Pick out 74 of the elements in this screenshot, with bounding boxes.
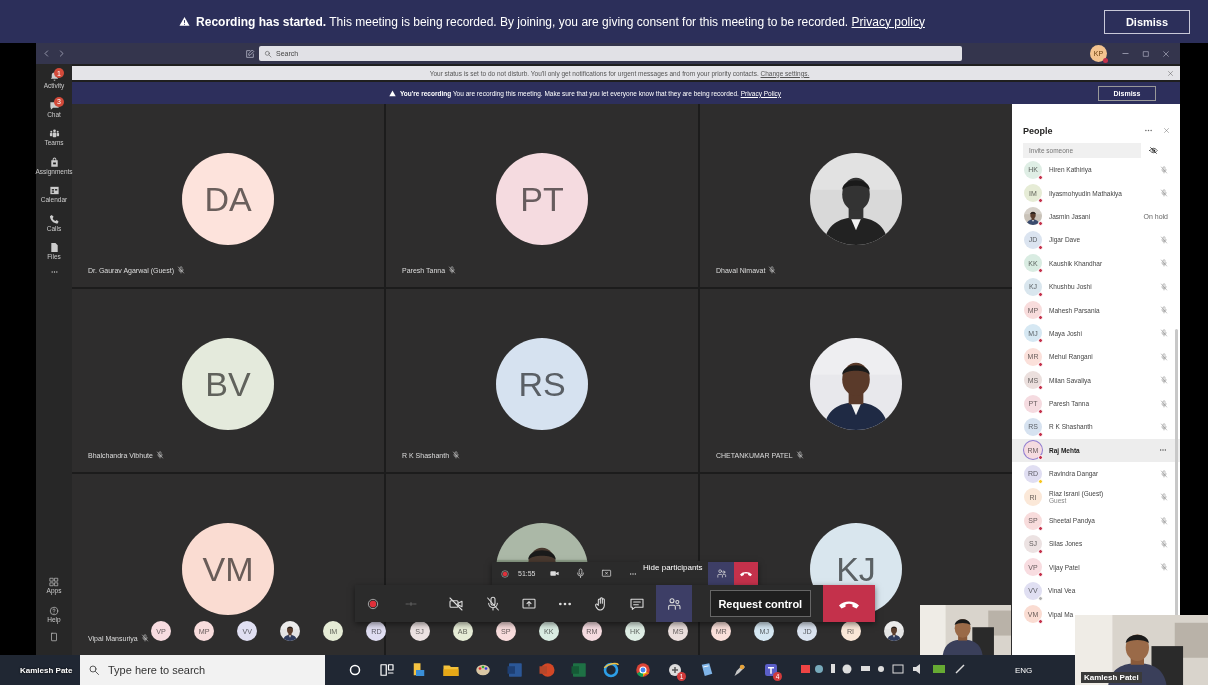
people-icon[interactable]	[715, 568, 727, 579]
device-icon[interactable]	[49, 631, 59, 643]
search-icon	[88, 664, 100, 676]
video-name-label: Kamlesh Patel	[1081, 672, 1142, 683]
app-icon	[666, 661, 684, 679]
mic-off-icon	[1160, 306, 1168, 315]
mic-off-icon	[795, 451, 804, 459]
mic-off-icon	[1160, 469, 1168, 478]
bag-icon	[48, 156, 60, 168]
maximize-icon[interactable]	[1142, 49, 1150, 58]
phone-icon	[838, 598, 859, 609]
mic-icon[interactable]	[575, 568, 587, 579]
mic-off-icon	[1160, 352, 1168, 361]
apps-icon	[49, 577, 59, 587]
mic-off-icon[interactable]	[484, 595, 501, 612]
mic-off-icon	[1160, 235, 1168, 244]
file-icon	[48, 242, 60, 253]
hang-up-icon[interactable]	[740, 570, 752, 577]
camera-icon[interactable]	[549, 568, 561, 579]
mic-off-icon	[1160, 189, 1168, 198]
mic-off-icon	[1160, 493, 1168, 502]
avatar: PT	[496, 153, 588, 245]
hang-up-button[interactable]	[822, 585, 875, 622]
tooltip: Hide participants	[639, 561, 707, 574]
spreadsheet-icon	[570, 661, 588, 679]
mic-off-icon	[1160, 376, 1168, 385]
mic-off-icon	[1160, 329, 1168, 338]
calendar-icon	[48, 185, 60, 196]
mic-off-icon	[140, 634, 149, 642]
people-icon	[665, 595, 682, 612]
avatar: BV	[182, 338, 274, 430]
mic-off-icon	[768, 266, 777, 274]
mic-off-icon	[1160, 516, 1168, 525]
chat-app-icon	[762, 661, 780, 679]
request-control-button[interactable]: Request control	[709, 590, 811, 617]
recording-message: Recording has started. This meeting is being recorded. By joining, you are giving consent for this meeting to be recorded. Privacy policy	[196, 14, 925, 29]
phone-icon	[48, 213, 60, 225]
language-indicator[interactable]: ENG	[1015, 665, 1033, 675]
compose-icon[interactable]	[245, 48, 255, 59]
search-icon	[264, 49, 272, 58]
panel-title: People	[1023, 125, 1054, 136]
eye-off-icon[interactable]	[1149, 146, 1158, 155]
avatar: DA	[182, 153, 274, 245]
video-name-label: Kamlesh Pate	[19, 665, 74, 675]
mic-off-icon	[1160, 539, 1168, 548]
camera-off-icon[interactable]	[448, 595, 465, 612]
privacy-policy-link[interactable]: Privacy policy	[851, 14, 925, 29]
taskbar-search-field[interactable]: Type here to search	[80, 655, 325, 685]
avatar: RS	[496, 338, 588, 430]
task-view-icon	[378, 661, 396, 679]
mic-off-icon	[1160, 399, 1168, 408]
mic-off-icon	[177, 266, 185, 274]
mic-off-icon	[1160, 282, 1168, 291]
document-icon	[506, 661, 524, 679]
participants-button[interactable]	[655, 585, 692, 622]
mic-off-icon	[1160, 423, 1168, 431]
mic-off-icon	[448, 266, 457, 274]
mic-off-icon	[1160, 259, 1168, 268]
teams-icon	[48, 128, 60, 139]
record-icon[interactable]	[366, 596, 381, 611]
mic-off-icon	[452, 451, 461, 459]
presentation-icon	[538, 661, 556, 679]
mic-off-icon	[1160, 165, 1168, 174]
avatar: VM	[182, 523, 274, 615]
mic-off-icon	[155, 451, 164, 459]
mic-off-icon	[1160, 563, 1168, 572]
record-icon[interactable]	[500, 568, 510, 579]
dismiss-button[interactable]: Dismiss	[1104, 9, 1190, 34]
warning-icon	[179, 16, 191, 27]
browser-icon	[634, 661, 652, 679]
help-icon	[49, 605, 59, 616]
share-off-icon[interactable]	[601, 568, 613, 579]
warning-icon	[388, 89, 396, 97]
browser-icon	[602, 661, 620, 679]
